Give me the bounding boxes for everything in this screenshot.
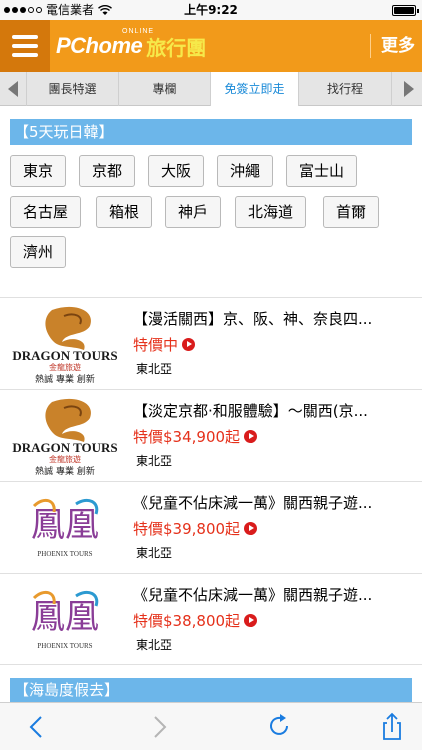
header-divider (370, 34, 371, 58)
logo-text: DRAGON TOURS (12, 440, 117, 455)
region-button-okinawa[interactable]: 沖繩 (217, 155, 274, 187)
status-time: 上午9:22 (184, 3, 238, 17)
logo-text: PHOENIX TOURS (37, 642, 92, 650)
listing-price-text: 特價$34,900起 (133, 428, 241, 446)
listing-item[interactable]: DRAGON TOURS 金龍旅遊 熱誠 專業 創新 【淡定京都‧和服體驗】～關… (0, 389, 422, 481)
section-header-japan-korea: 【5天玩日韓】 (10, 119, 412, 145)
listing-price-text: 特價$39,800起 (133, 520, 241, 538)
listing-region: 東北亞 (136, 454, 173, 468)
app-header: PChome ONLINE 旅行團 更多 (0, 20, 422, 72)
status-bar: 電信業者 上午9:22 (0, 0, 422, 20)
listing-title: 《兒童不佔床減一萬》關西親子遊... (133, 586, 373, 604)
listing-price: 特價$39,800起 (133, 518, 258, 539)
listing-price-text: 特價$38,800起 (133, 612, 241, 630)
region-button-nagoya[interactable]: 名古屋 (10, 196, 82, 228)
more-button[interactable]: 更多 (374, 20, 422, 72)
share-icon (383, 712, 401, 740)
region-button-osaka[interactable]: 大阪 (148, 155, 205, 187)
listing-price-text: 特價中 (133, 336, 179, 354)
logo-cn: 金龍旅遊 (49, 454, 81, 464)
region-button-jeju[interactable]: 濟州 (10, 236, 67, 268)
battery-icon (392, 5, 419, 16)
listing-item[interactable]: 鳳凰 PHOENIX TOURS 《兒童不佔床減一萬》關西親子遊... 特價$3… (0, 481, 422, 573)
browser-toolbar (0, 702, 422, 750)
logo-text: PHOENIX TOURS (37, 550, 92, 558)
listing-price: 特價中 (133, 334, 196, 355)
reload-button[interactable] (258, 703, 302, 750)
listing-title: 《兒童不佔床減一萬》關西親子遊... (133, 494, 373, 512)
logo-cn: 鳳凰 (31, 597, 99, 637)
listing-region: 東北亞 (136, 362, 173, 376)
listing-item[interactable]: 鳳凰 PHOENIX TOURS 《兒童不佔床減一萬》關西親子遊... 特價$3… (0, 573, 422, 665)
region-button-kobe[interactable]: 神戶 (165, 196, 222, 228)
dragon-tours-logo: DRAGON TOURS 金龍旅遊 熱誠 專業 創新 (12, 306, 118, 384)
region-button-hokkaido[interactable]: 北海道 (235, 196, 307, 228)
logo-tagline: 熱誠 專業 創新 (35, 373, 95, 384)
listing-title: 【淡定京都‧和服體驗】～關西(京... (133, 402, 368, 420)
forward-button[interactable] (138, 703, 182, 750)
category-tabs: 團長特選 專欄 免簽立即走 找行程 (0, 72, 422, 106)
logo-text: DRAGON TOURS (12, 348, 117, 363)
play-arrow-icon (244, 522, 258, 535)
tab-column[interactable]: 專欄 (118, 72, 210, 106)
chevron-right-icon (404, 81, 414, 97)
logo-brand: PChome (56, 33, 143, 58)
region-button-hakone[interactable]: 箱根 (96, 196, 153, 228)
share-button[interactable] (370, 703, 414, 750)
dragon-tours-logo: DRAGON TOURS 金龍旅遊 熱誠 專業 創新 (12, 398, 118, 476)
logo-online: ONLINE (122, 28, 155, 35)
back-icon (29, 716, 42, 738)
region-button-kyoto[interactable]: 京都 (79, 155, 136, 187)
region-button-seoul[interactable]: 首爾 (323, 196, 380, 228)
forward-icon (154, 716, 167, 738)
logo-cn: 金龍旅遊 (49, 362, 81, 372)
hamburger-icon (12, 35, 38, 39)
listing-region: 東北亞 (136, 638, 173, 652)
back-button[interactable] (14, 703, 58, 750)
tab-scroll-right-button[interactable] (396, 72, 422, 106)
listing-region: 東北亞 (136, 546, 173, 560)
chevron-left-icon (8, 81, 18, 97)
listing-title: 【漫活關西】京、阪、神、奈良四... (133, 310, 373, 328)
logo-cn: 鳳凰 (31, 505, 99, 545)
listing-price: 特價$38,800起 (133, 610, 258, 631)
reload-icon (270, 714, 288, 735)
region-button-tokyo[interactable]: 東京 (10, 155, 67, 187)
pchome-travel-logo[interactable]: PChome ONLINE 旅行團 (56, 28, 206, 64)
tab-leader-picks[interactable]: 團長特選 (26, 72, 118, 106)
region-button-mt-fuji[interactable]: 富士山 (286, 155, 358, 187)
tab-scroll-left-button[interactable] (0, 72, 26, 106)
phoenix-tours-logo: 鳳凰 PHOENIX TOURS (31, 590, 99, 650)
logo-tagline: 熱誠 專業 創新 (35, 465, 95, 476)
listing-item[interactable]: DRAGON TOURS 金龍旅遊 熱誠 專業 創新 【漫活關西】京、阪、神、奈… (0, 297, 422, 389)
phoenix-tours-logo: 鳳凰 PHOENIX TOURS (31, 498, 99, 558)
play-arrow-icon (244, 614, 258, 627)
logo-travel-text: 旅行團 (146, 35, 207, 60)
play-arrow-icon (244, 430, 258, 443)
listing-price: 特價$34,900起 (133, 426, 258, 447)
tab-find-itinerary[interactable]: 找行程 (298, 72, 392, 106)
section-header-island-vacation: 【海島度假去】 (10, 678, 412, 702)
menu-button[interactable] (0, 20, 50, 72)
tab-visa-free[interactable]: 免簽立即走 (210, 72, 298, 106)
play-arrow-icon (182, 338, 196, 351)
